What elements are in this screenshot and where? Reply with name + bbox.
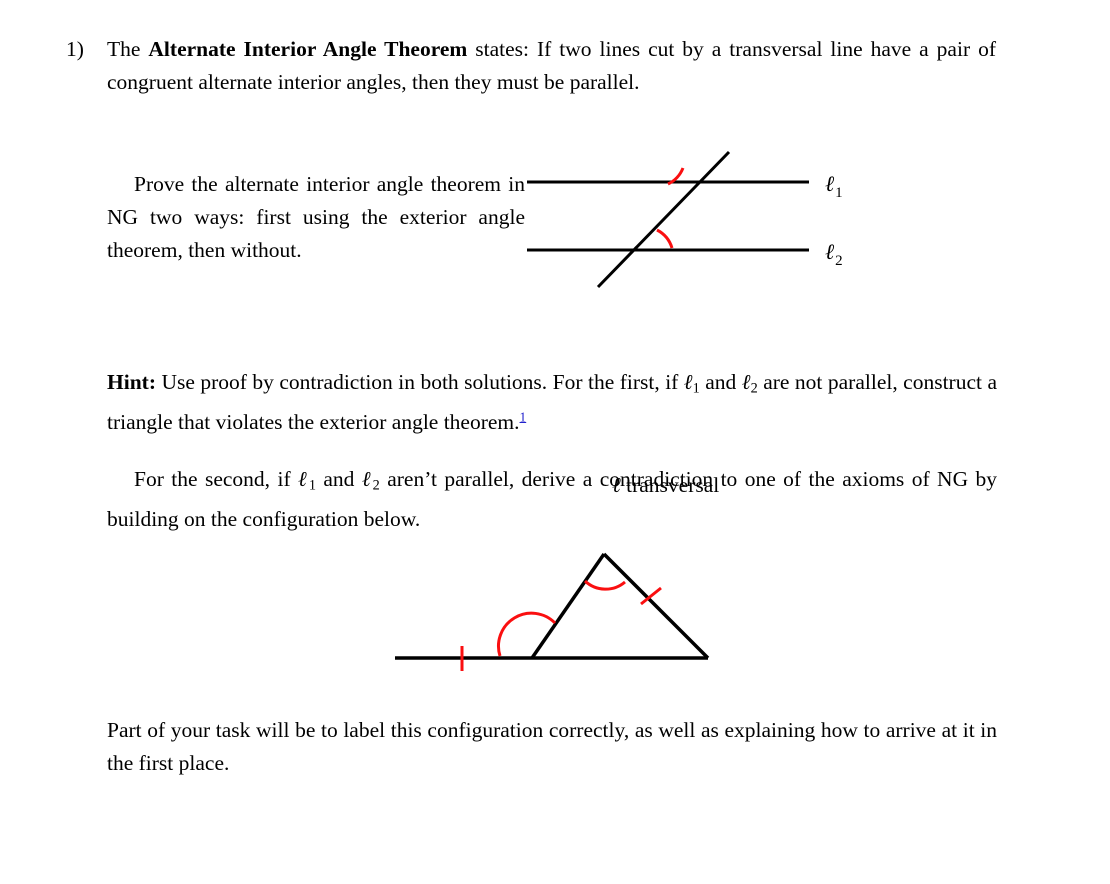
statement-lead: The	[107, 37, 149, 61]
hint-ell-1: ℓ1	[683, 370, 700, 397]
label-l1-ell: ℓ	[825, 172, 835, 197]
theorem-statement-paragraph: The Alternate Interior Angle Theorem sta…	[107, 33, 996, 99]
theorem-name: Alternate Interior Angle Theorem	[148, 37, 468, 61]
footnote-reference-link[interactable]: 1	[520, 409, 527, 424]
label-l2-ell: ℓ	[825, 240, 835, 265]
label-l1: ℓ1	[825, 172, 843, 201]
prove-paragraph: Prove the alternate interior angle theor…	[107, 172, 525, 262]
hint-label: Hint:	[107, 370, 156, 394]
triangle-left-side	[530, 553, 606, 659]
figure-triangle-configuration	[385, 540, 730, 675]
item-number: 1)	[66, 37, 84, 61]
item-body: The Alternate Interior Angle Theorem sta…	[107, 33, 996, 99]
second-part-1: For the second, if	[134, 467, 299, 491]
angle-arc-lower	[656, 228, 674, 249]
label-l2-sub: 2	[835, 253, 843, 269]
second-proof-paragraph: For the second, if ℓ1 and ℓ2 aren’t para…	[107, 463, 997, 536]
second-ell-2: ℓ2	[361, 467, 380, 494]
hint-ell-2: ℓ2	[741, 370, 758, 397]
label-l2: ℓ2	[825, 240, 843, 269]
prove-and-figure-row: Prove the alternate interior angle theor…	[107, 150, 997, 497]
document-page: 1) The Alternate Interior Angle Theorem …	[0, 0, 1110, 884]
line-transversal	[596, 150, 731, 289]
second-part-2: and	[315, 467, 362, 491]
prove-paragraph-wrapper: Prove the alternate interior angle theor…	[107, 168, 525, 267]
triangle-right-side	[602, 552, 710, 660]
second-ell-1: ℓ1	[298, 467, 316, 494]
final-paragraph: Part of your task will be to label this …	[107, 718, 997, 775]
figure-parallel-lines-transversal: ℓ1 ℓ2	[527, 138, 997, 333]
hint-paragraph-wrapper: Hint: Use proof by contradiction in both…	[107, 366, 997, 439]
problem-item-1: 1) The Alternate Interior Angle Theorem …	[66, 33, 996, 99]
hint-body-1: Use proof by contradiction in both solut…	[155, 370, 684, 394]
apex-angle-arc	[583, 579, 626, 591]
label-l1-sub: 1	[835, 185, 843, 201]
hint-body-2: and	[699, 370, 742, 394]
final-paragraph-wrapper: Part of your task will be to label this …	[107, 714, 997, 780]
hint-paragraph: Hint: Use proof by contradiction in both…	[107, 366, 997, 439]
second-proof-paragraph-wrapper: For the second, if ℓ1 and ℓ2 aren’t para…	[107, 463, 997, 536]
